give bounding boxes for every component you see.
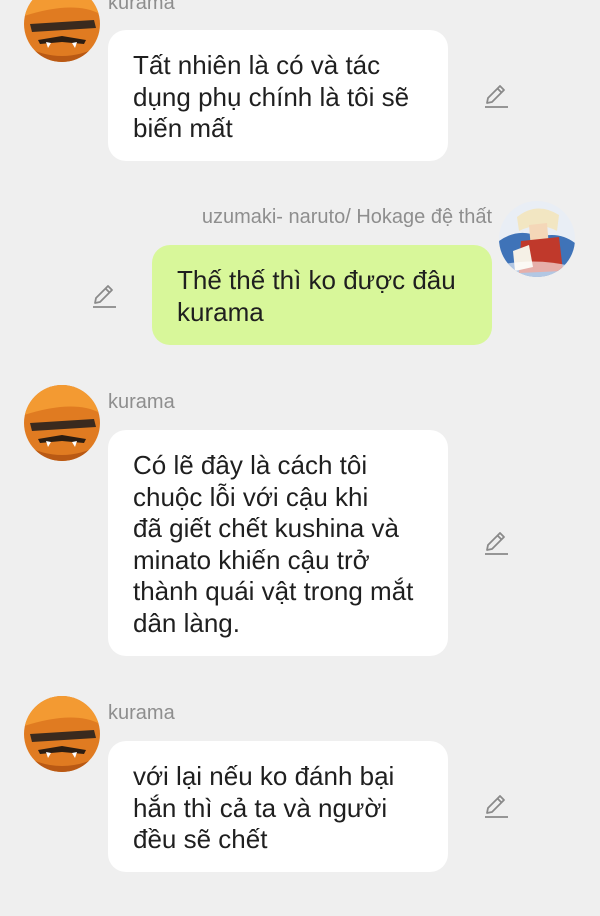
message-bubble[interactable]: Có lẽ đây là cách tôi chuộc lỗi với cậu … xyxy=(108,430,448,656)
sender-name: kurama xyxy=(108,702,175,724)
message-text-line: với lại nếu ko đánh bại xyxy=(133,761,395,791)
pencil-edit-icon xyxy=(93,285,116,308)
message-text-line: đều sẽ chết xyxy=(133,824,268,854)
kurama-avatar[interactable] xyxy=(24,696,100,772)
message-text-line: dụng phụ chính là tôi sẽ xyxy=(133,81,410,112)
message-text-line: Thế thế thì ko được đâu xyxy=(177,265,456,295)
edit-message-button[interactable] xyxy=(90,282,118,310)
message-text-line: hắn thì cả ta và người xyxy=(133,792,388,823)
message-text-line: biến mất xyxy=(133,113,233,143)
fox-icon xyxy=(24,0,100,62)
kurama-avatar[interactable] xyxy=(24,0,100,62)
message-text-line: Tất nhiên là có và tác xyxy=(133,50,381,80)
message-bubble-mine[interactable]: Thế thế thì ko được đâu kurama xyxy=(152,245,492,345)
hokage-avatar-icon xyxy=(499,201,575,277)
edit-message-button[interactable] xyxy=(482,82,510,110)
edit-message-button[interactable] xyxy=(482,529,510,557)
pencil-edit-icon xyxy=(485,85,508,108)
pencil-edit-icon xyxy=(485,532,508,555)
message-bubble[interactable]: Tất nhiên là có và tác dụng phụ chính là… xyxy=(108,30,448,161)
fox-icon xyxy=(24,385,100,461)
message-text-line: chuộc lỗi với cậu khi xyxy=(133,481,369,512)
message-text-line: Có lẽ đây là cách tôi xyxy=(133,450,368,480)
sender-name: kurama xyxy=(108,0,175,14)
message-text-line: minato khiến cậu trở xyxy=(133,544,370,575)
sender-name: kurama xyxy=(108,391,175,413)
message-text-line: đã giết chết kushina và xyxy=(133,513,399,543)
pencil-edit-icon xyxy=(485,795,508,818)
chat-conversation: kurama Tất nhiên là có và tác dụng phụ c… xyxy=(0,0,600,916)
fox-icon xyxy=(24,696,100,772)
message-bubble[interactable]: với lại nếu ko đánh bại hắn thì cả ta và… xyxy=(108,741,448,872)
kurama-avatar[interactable] xyxy=(24,385,100,461)
message-text-line: kurama xyxy=(177,296,264,327)
sender-name: uzumaki- naruto/ Hokage đệ thất xyxy=(201,206,492,228)
naruto-avatar[interactable] xyxy=(499,201,575,277)
edit-message-button[interactable] xyxy=(482,792,510,820)
message-text-line: thành quái vật trong mắt xyxy=(133,576,414,606)
message-text-line: dân làng. xyxy=(133,607,240,638)
